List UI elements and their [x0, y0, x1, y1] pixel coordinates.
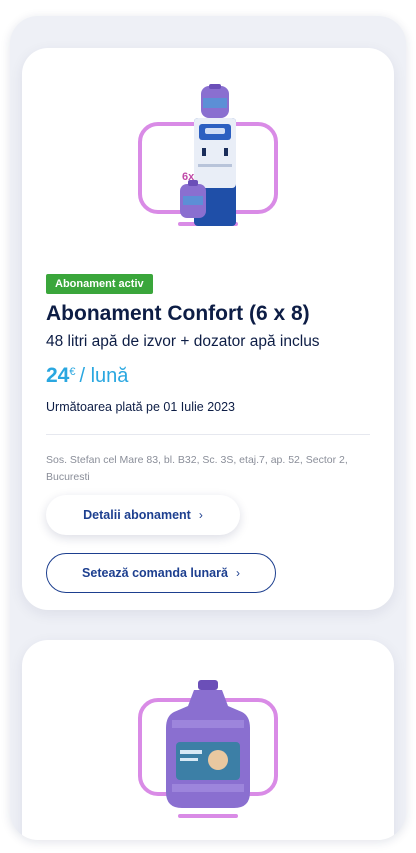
next-payment-date: Următoarea plată pe 01 Iulie 2023	[46, 400, 236, 414]
subscription-price: 24€ / lună	[46, 364, 128, 388]
subscription-card: 6x Abonament activ Abonament Confort (6 …	[22, 48, 394, 610]
chevron-right-icon: ›	[235, 566, 240, 580]
set-monthly-order-button[interactable]: Setează comanda lunară ›	[46, 553, 276, 593]
status-badge: Abonament activ	[46, 274, 153, 294]
set-monthly-order-label: Setează comanda lunară	[82, 566, 228, 580]
subscription-description: 48 litri apă de izvor + dozator apă incl…	[46, 333, 320, 350]
subscription-card	[22, 640, 394, 840]
subscription-title: Abonament Confort (6 x 8)	[46, 302, 310, 325]
subscriptions-list: 6x Abonament activ Abonament Confort (6 …	[10, 16, 406, 840]
subscription-details-button[interactable]: Detalii abonament ›	[46, 495, 240, 535]
price-currency: €	[69, 366, 76, 378]
price-amount: 24	[46, 364, 70, 387]
water-dispenser-image: 6x	[138, 84, 278, 226]
price-period: / lună	[79, 365, 129, 387]
bundle-quantity-label: 6x	[182, 171, 195, 183]
divider	[46, 434, 370, 435]
chevron-right-icon: ›	[198, 508, 203, 522]
subscription-details-label: Detalii abonament	[83, 508, 191, 522]
delivery-address: Sos. Stefan cel Mare 83, bl. B32, Sc. 3S…	[46, 454, 348, 483]
water-bottle-image	[138, 680, 278, 818]
